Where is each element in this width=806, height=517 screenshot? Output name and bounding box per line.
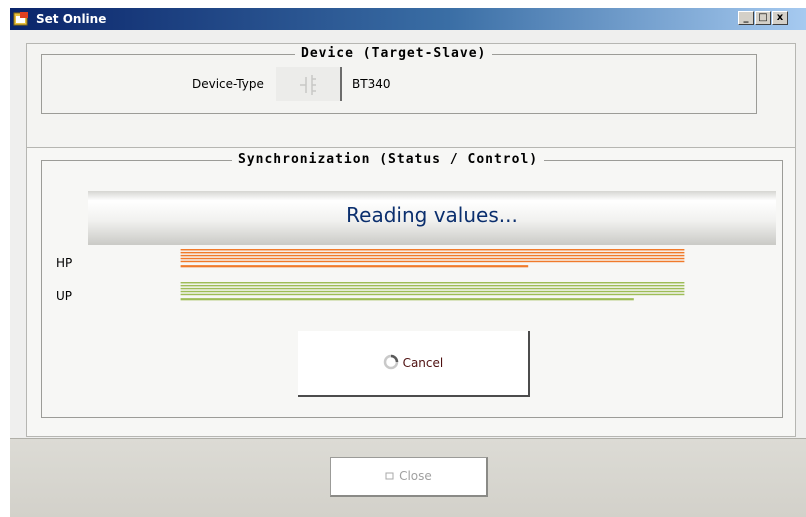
device-group-title: Device (Target-Slave): [295, 46, 493, 62]
title-bar: Set Online _ □ x: [10, 8, 806, 30]
bar-stripe: [180, 290, 685, 293]
close-button[interactable]: Close: [330, 457, 488, 497]
up-progress-bar: [180, 282, 685, 301]
sync-group-title: Synchronization (Status / Control): [232, 152, 545, 168]
bar-stripe: [180, 284, 685, 287]
close-square-icon: [385, 472, 394, 480]
window-title: Set Online: [36, 12, 107, 26]
device-type-value: BT340: [352, 77, 391, 91]
bar-progress-fill: [180, 298, 634, 301]
bar-stripe: [180, 293, 685, 296]
status-banner: Reading values...: [88, 191, 776, 245]
close-label: Close: [399, 469, 432, 483]
window-close-button[interactable]: x: [772, 11, 788, 25]
device-type-label: Device-Type: [192, 77, 264, 91]
sync-group: Synchronization (Status / Control) Readi…: [41, 152, 783, 418]
cancel-button[interactable]: Cancel: [298, 331, 530, 397]
sync-panel: Synchronization (Status / Control) Readi…: [26, 147, 796, 437]
footer-bar: Close: [10, 438, 806, 517]
minimize-button[interactable]: _: [738, 11, 754, 25]
app-window-icon: [13, 12, 28, 26]
bar-stripe: [180, 257, 685, 260]
maximize-button[interactable]: □: [755, 11, 771, 25]
device-type-button[interactable]: [276, 67, 342, 101]
bar-stripe: [180, 282, 685, 284]
spinner-icon: [383, 354, 398, 370]
close-button-content: Close: [331, 469, 486, 483]
bar-stripe: [180, 254, 685, 257]
device-panel: Device (Target-Slave) Device-Type BT340: [26, 43, 796, 163]
bar-progress-fill: [180, 265, 529, 268]
device-connector-icon: [300, 75, 316, 95]
bar-stripe: [180, 260, 685, 263]
bar-stripe: [180, 251, 685, 254]
bar-stripe: [180, 287, 685, 290]
up-bar-label: UP: [56, 289, 73, 303]
cancel-label: Cancel: [402, 356, 444, 370]
hp-bar-label: HP: [56, 256, 73, 270]
cancel-button-content: Cancel: [298, 354, 528, 370]
hp-progress-bar: [180, 249, 685, 268]
dialog-body: Device (Target-Slave) Device-Type BT340: [10, 30, 806, 517]
bar-stripe: [180, 249, 685, 251]
status-text: Reading values...: [346, 203, 518, 227]
device-group: Device (Target-Slave) Device-Type BT340: [41, 46, 757, 114]
